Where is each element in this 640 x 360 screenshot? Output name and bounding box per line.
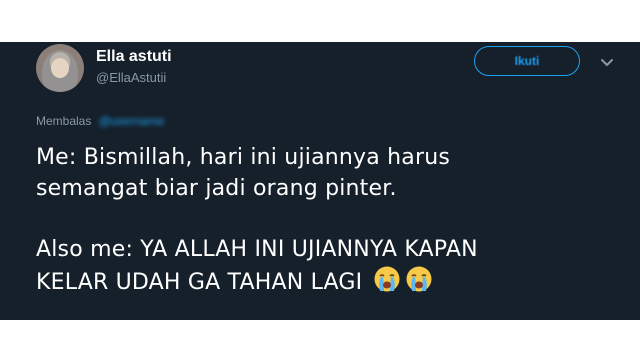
tweet-line: Also me: YA ALLAH INI UJIANNYA KAPAN	[36, 237, 478, 262]
reply-prefix: Membalas	[36, 114, 92, 128]
tweet-line: KELAR UDAH GA TAHAN LAGI	[36, 270, 363, 295]
crying-face-emoji-icon	[374, 266, 400, 292]
avatar-face	[51, 58, 69, 78]
tweet-line-with-emoji: KELAR UDAH GA TAHAN LAGI	[36, 265, 616, 298]
follow-button-label: Ikuti	[514, 54, 540, 68]
user-handle[interactable]: @EllaAstutii	[96, 70, 166, 85]
display-name[interactable]: Ella astuti	[96, 48, 172, 66]
chevron-down-icon[interactable]	[600, 56, 614, 70]
crying-face-emoji-icon	[406, 266, 432, 292]
reply-context: Membalas @username	[36, 114, 164, 128]
tweet-line: semangat biar jadi orang pinter.	[36, 176, 397, 201]
follow-button[interactable]: Ikuti	[474, 46, 580, 76]
reply-mention-link[interactable]: @username	[99, 114, 165, 128]
avatar[interactable]	[36, 44, 84, 92]
tweet-card: Ella astuti @EllaAstutii Ikuti Membalas …	[0, 42, 640, 320]
tweet-text: Me: Bismillah, hari ini ujiannya harus s…	[36, 142, 616, 298]
tweet-line: Me: Bismillah, hari ini ujiannya harus	[36, 145, 451, 170]
